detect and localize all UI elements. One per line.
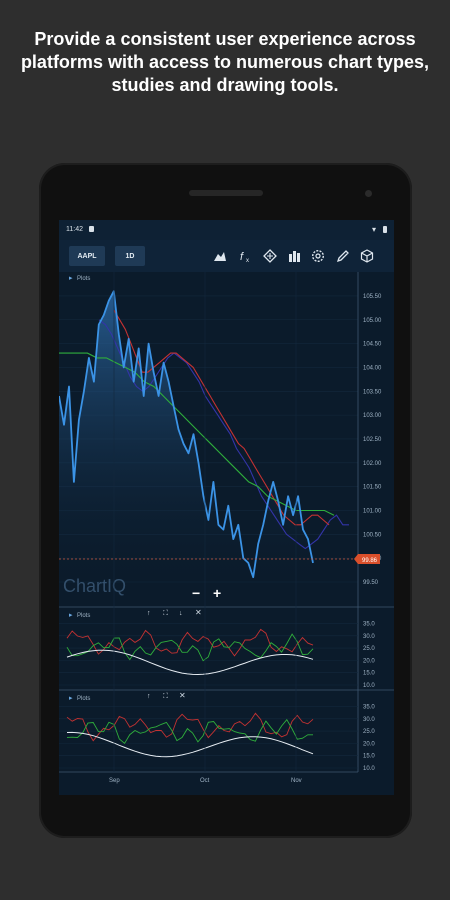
study-1-close-icon[interactable]: ✕ [195, 608, 202, 617]
study-2-maximize-icon[interactable]: ⛶ [163, 692, 168, 700]
y-tick-label: 103.00 [363, 413, 382, 419]
y-tick-label: 105.00 [363, 318, 382, 324]
y-tick-label: 101.50 [363, 485, 382, 491]
y-tick-label: 105.50 [363, 294, 382, 300]
study-2-caret[interactable]: ▸ [69, 695, 73, 702]
oscillator-white-line [66, 649, 314, 676]
chartiq-logo: ChartIQ [63, 576, 126, 596]
study-2-close-icon[interactable]: ✕ [179, 691, 186, 700]
y-tick-label: 30.0 [363, 634, 375, 640]
svg-text:f: f [240, 251, 244, 263]
oscillator-white-line [66, 731, 314, 758]
svg-text:x: x [246, 258, 249, 263]
y-tick-label: 102.50 [363, 437, 382, 443]
y-tick-label: 25.0 [363, 729, 375, 735]
y-tick-label: 20.0 [363, 658, 375, 664]
symbol-button[interactable]: AAPL [69, 246, 105, 266]
draw-icon[interactable] [336, 249, 350, 263]
tablet-device-frame: 11:42 ▾ AAPL 1D fx ▸ Plots ChartIQ − + 1… [39, 163, 412, 838]
y-tick-label: 15.0 [363, 671, 375, 677]
chart-type-icon[interactable] [213, 249, 227, 263]
chart-area[interactable]: ▸ Plots ChartIQ − + 105.50 105.00 104.50 10… [59, 272, 394, 795]
study-1-grid [59, 623, 358, 686]
status-bar: 11:42 ▾ [59, 220, 394, 240]
study-2-label: Plots [77, 696, 90, 702]
study-1-move-down-icon[interactable]: ↓ [179, 610, 183, 617]
studies-icon[interactable]: fx [239, 249, 253, 263]
oscillator-red-line [66, 628, 314, 657]
x-tick-label: Oct [200, 778, 210, 784]
crosshair-icon[interactable] [263, 249, 277, 263]
zoom-in-button[interactable]: + [213, 585, 221, 601]
y-tick-label: 100.50 [363, 532, 382, 538]
x-tick-label: Sep [109, 778, 120, 784]
headline: Provide a consistent user experience acr… [20, 29, 430, 95]
main-panel-caret[interactable]: ▸ [69, 275, 73, 282]
x-tick-label: Nov [291, 778, 302, 784]
oscillator-red-line [66, 712, 314, 742]
battery-icon [383, 226, 387, 233]
chart-toolbar: AAPL 1D fx [59, 240, 394, 272]
oscillator-green-line [66, 633, 314, 662]
y-tick-label: 99.50 [363, 580, 379, 586]
app-screen: 11:42 ▾ AAPL 1D fx ▸ Plots ChartIQ − + 1… [59, 220, 394, 795]
current-price-label: 99.86 [362, 558, 378, 564]
chart-svg[interactable]: ▸ Plots ChartIQ − + 105.50 105.00 104.50 10… [59, 272, 394, 795]
study-1-label: Plots [77, 613, 90, 619]
y-tick-label: 103.50 [363, 389, 382, 395]
y-tick-label: 102.00 [363, 461, 382, 467]
y-tick-label: 25.0 [363, 646, 375, 652]
y-tick-label: 35.0 [363, 621, 375, 627]
study-1-move-up-icon[interactable]: ↑ [147, 610, 151, 617]
layers-icon[interactable] [287, 249, 301, 263]
y-tick-label: 35.0 [363, 704, 375, 710]
y-tick-label: 104.50 [363, 342, 382, 348]
y-tick-label: 20.0 [363, 741, 375, 747]
study-1-maximize-icon[interactable]: ⛶ [163, 609, 168, 617]
settings-icon[interactable] [311, 249, 325, 263]
y-tick-label: 30.0 [363, 717, 375, 723]
study-1-caret[interactable]: ▸ [69, 612, 73, 619]
y-tick-label: 104.00 [363, 365, 382, 371]
front-camera [365, 190, 372, 197]
zoom-out-button[interactable]: − [192, 585, 200, 601]
speaker-grille [189, 190, 263, 196]
study-2-lines [66, 712, 314, 758]
y-tick-label: 101.00 [363, 508, 382, 514]
y-tick-label: 10.0 [363, 766, 375, 772]
wifi-icon: ▾ [372, 225, 377, 234]
y-tick-label: 10.0 [363, 683, 375, 689]
status-time: 11:42 [66, 226, 83, 233]
period-button[interactable]: 1D [115, 246, 145, 266]
cube-icon[interactable] [360, 249, 374, 263]
sim-icon [89, 226, 94, 232]
y-tick-label: 15.0 [363, 754, 375, 760]
study-2-move-up-icon[interactable]: ↑ [147, 693, 151, 700]
study-1-lines [66, 628, 314, 676]
main-panel-label: Plots [77, 276, 90, 282]
